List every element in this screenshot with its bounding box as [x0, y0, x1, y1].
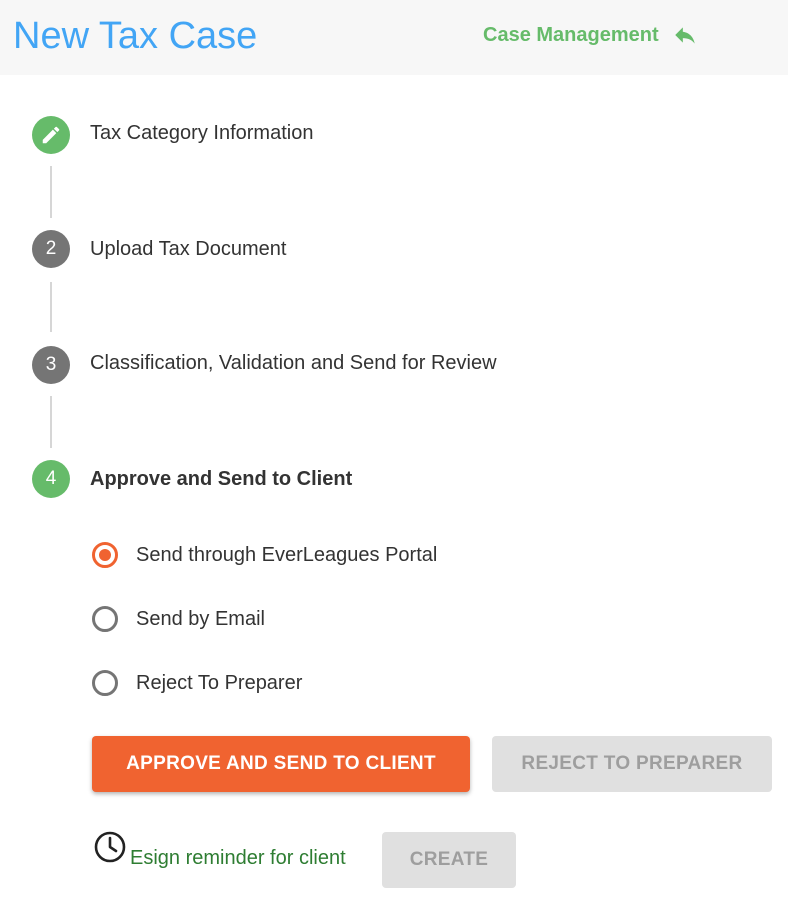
step-2-badge: 2	[32, 230, 70, 268]
step-1-completed-badge	[32, 116, 70, 154]
step-3-badge: 3	[32, 346, 70, 384]
header-bar: New Tax Case Case Management	[0, 0, 788, 75]
step-connector-1	[50, 166, 52, 218]
case-management-label: Case Management	[483, 23, 659, 46]
radio-button-unchecked[interactable]	[92, 606, 118, 632]
step-3-label[interactable]: Classification, Validation and Send for …	[90, 349, 497, 377]
esign-reminder-label: Esign reminder for client	[130, 847, 346, 869]
radio-label-email: Send by Email	[136, 607, 265, 630]
step-4-label[interactable]: Approve and Send to Client	[90, 465, 352, 493]
radio-button-checked[interactable]	[92, 542, 118, 568]
approve-and-send-button[interactable]: APPROVE AND SEND TO CLIENT	[92, 736, 470, 792]
step-1-label[interactable]: Tax Category Information	[90, 119, 313, 147]
clock-icon	[93, 830, 127, 864]
step-2-label[interactable]: Upload Tax Document	[90, 235, 286, 263]
radio-option-portal[interactable]: Send through EverLeagues Portal	[92, 539, 437, 571]
page-title: New Tax Case	[13, 15, 258, 57]
radio-label-portal: Send through EverLeagues Portal	[136, 543, 438, 566]
case-management-link[interactable]: Case Management	[483, 20, 700, 50]
reply-arrow-icon	[670, 22, 700, 48]
radio-option-email[interactable]: Send by Email	[92, 603, 265, 635]
pencil-icon	[40, 124, 62, 146]
step-4-active-badge: 4	[32, 460, 70, 498]
create-button[interactable]: CREATE	[382, 832, 516, 888]
radio-option-reject[interactable]: Reject To Preparer	[92, 667, 302, 699]
radio-button-unchecked[interactable]	[92, 670, 118, 696]
step-connector-3	[50, 396, 52, 448]
radio-label-reject: Reject To Preparer	[136, 671, 303, 694]
reject-to-preparer-button[interactable]: REJECT TO PREPARER	[492, 736, 772, 792]
step-connector-2	[50, 282, 52, 332]
